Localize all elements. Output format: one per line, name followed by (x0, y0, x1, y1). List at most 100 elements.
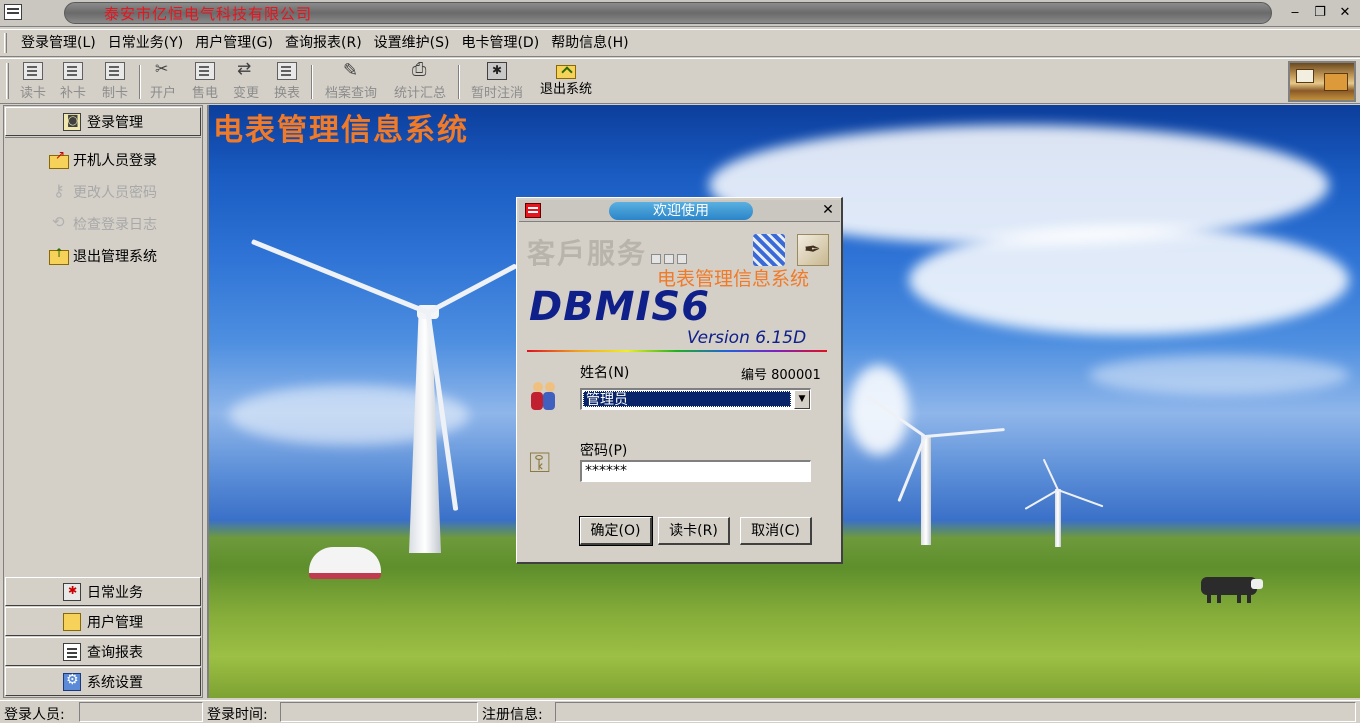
read-card-button[interactable]: 读卡(R) (658, 517, 730, 545)
menu-card[interactable]: 电卡管理(D) (455, 32, 545, 54)
pen-icon (797, 234, 829, 266)
sidebar-section-label: 日常业务 (87, 584, 143, 601)
toolbar-label: 开户 (149, 86, 176, 101)
exit-system-icon (556, 65, 576, 79)
toolbar-logout-temp-button[interactable]: 暂时注消 (466, 62, 528, 102)
daily-icon (63, 582, 81, 601)
cow (1201, 577, 1263, 603)
status-user-value (79, 702, 203, 722)
cancel-button[interactable]: 取消(C) (740, 517, 812, 545)
sidebar-section-login[interactable]: 登录管理 (5, 107, 201, 136)
toolbar-label: 档案查询 (324, 86, 377, 101)
toolbar-label: 换表 (273, 86, 300, 101)
sidebar-section-daily[interactable]: 日常业务 (5, 577, 201, 606)
toolbar-label: 变更 (232, 86, 259, 101)
sidebar-item-label: 开机人员登录 (73, 153, 157, 169)
name-select[interactable]: 管理员 ▼ (580, 388, 811, 410)
toolbar-label: 暂时注消 (470, 86, 523, 101)
status-user-label: 登录人员: (4, 707, 65, 723)
sidebar-item-list: 开机人员登录 更改人员密码 检查登录日志 退出管理系统 (5, 137, 201, 575)
dialog-app-icon (525, 203, 541, 218)
toolbar-separator (311, 65, 313, 99)
sidebar-item-login-log[interactable]: 检查登录日志 (5, 212, 201, 236)
login-icon (63, 112, 81, 131)
toolbar-label: 制卡 (101, 86, 128, 101)
toolbar-make-card-button[interactable]: 制卡 (98, 62, 132, 102)
employee-number: 编号 800001 (741, 368, 821, 383)
replace-meter-icon (277, 62, 297, 80)
sidebar-item-operator-login[interactable]: 开机人员登录 (5, 148, 201, 172)
name-select-value: 管理员 (583, 391, 791, 408)
toolbar-label: 退出系统 (539, 82, 592, 97)
toolbar-archive-query-button[interactable]: 档案查询 (320, 60, 382, 102)
log-icon (49, 213, 69, 232)
sidebar: 登录管理 开机人员登录 更改人员密码 检查登录日志 退出管理系统 日常业务 用户… (3, 105, 203, 698)
window-title: 泰安市亿恒电气科技有限公司 (104, 5, 313, 23)
rainbow-divider (527, 350, 827, 352)
toolbar-label: 统计汇总 (393, 86, 446, 101)
status-reg-value (555, 702, 1356, 722)
toolbar-replace-meter-button[interactable]: 换表 (270, 62, 304, 102)
name-label: 姓名(N) (580, 365, 630, 381)
app-icon[interactable] (4, 4, 22, 20)
close-icon[interactable]: ✕ (820, 201, 836, 219)
settings-icon (63, 672, 81, 691)
sidebar-section-settings[interactable]: 系统设置 (5, 667, 201, 696)
change-icon (236, 59, 256, 80)
toolbar-sell-power-button[interactable]: 售电 (188, 62, 222, 102)
close-icon[interactable]: ✕ (1334, 3, 1356, 23)
menu-daily[interactable]: 日常业务(Y) (102, 32, 189, 54)
product-version: Version 6.15D (687, 328, 807, 348)
sidebar-section-users[interactable]: 用户管理 (5, 607, 201, 636)
login-open-icon (49, 148, 69, 169)
open-account-icon (153, 59, 173, 80)
sidebar-section-label: 查询报表 (87, 644, 143, 661)
main-title: 电表管理信息系统 (213, 113, 469, 148)
yurt (305, 539, 385, 579)
exit-icon (49, 246, 69, 265)
toolbar-separator (458, 65, 460, 99)
chevron-down-icon[interactable]: ▼ (794, 390, 810, 409)
sidebar-section-reports[interactable]: 查询报表 (5, 637, 201, 666)
toolbar-label: 补卡 (59, 86, 86, 101)
archive-query-icon (341, 60, 361, 81)
product-name: DBMIS6 (529, 284, 711, 330)
toolbar-exit-system-button[interactable]: 退出系统 (535, 62, 597, 102)
reissue-card-icon (63, 62, 83, 80)
status-reg-label: 注册信息: (482, 707, 543, 723)
toolbar: 读卡 补卡 制卡 开户 售电 变更 换表 档案查询 统计汇总 暂时注消 退出系统 (0, 58, 1360, 104)
toolbar-open-account-button[interactable]: 开户 (146, 59, 180, 102)
decorative-thumbnail (1288, 61, 1356, 102)
sidebar-section-label: 用户管理 (87, 614, 143, 631)
menu-reports[interactable]: 查询报表(R) (279, 32, 368, 54)
toolbar-label: 售电 (191, 86, 218, 101)
minimize-icon[interactable]: ‒ (1284, 3, 1306, 23)
cloud (849, 365, 909, 455)
keys-icon (529, 446, 559, 482)
report-icon (63, 642, 81, 661)
toolbar-grip (6, 63, 9, 99)
status-time-label: 登录时间: (207, 707, 268, 723)
toolbar-statistics-button[interactable]: 统计汇总 (389, 59, 451, 102)
menu-users[interactable]: 用户管理(G) (189, 32, 279, 54)
sidebar-section-label: 登录管理 (87, 114, 143, 131)
password-field[interactable]: ****** (580, 460, 811, 482)
toolbar-label: 读卡 (19, 86, 46, 101)
menu-settings[interactable]: 设置维护(S) (368, 32, 456, 54)
menu-help[interactable]: 帮助信息(H) (545, 32, 634, 54)
ok-button[interactable]: 确定(O) (579, 516, 653, 546)
sidebar-item-change-password[interactable]: 更改人员密码 (5, 180, 201, 204)
toolbar-read-card-button[interactable]: 读卡 (16, 62, 50, 102)
dialog-titlebar: 欢迎使用 ✕ (519, 200, 840, 222)
restore-icon[interactable]: ❐ (1309, 3, 1331, 23)
sidebar-item-label: 更改人员密码 (73, 185, 157, 201)
sidebar-item-exit[interactable]: 退出管理系统 (5, 244, 201, 268)
users-icon (63, 612, 81, 631)
network-logo-icon (753, 234, 785, 266)
toolbar-change-button[interactable]: 变更 (229, 59, 263, 102)
sidebar-item-label: 退出管理系统 (73, 249, 157, 265)
dialog-title: 欢迎使用 (609, 202, 753, 220)
logout-temp-icon (487, 62, 507, 80)
toolbar-reissue-card-button[interactable]: 补卡 (56, 62, 90, 102)
menu-login[interactable]: 登录管理(L) (15, 32, 102, 54)
